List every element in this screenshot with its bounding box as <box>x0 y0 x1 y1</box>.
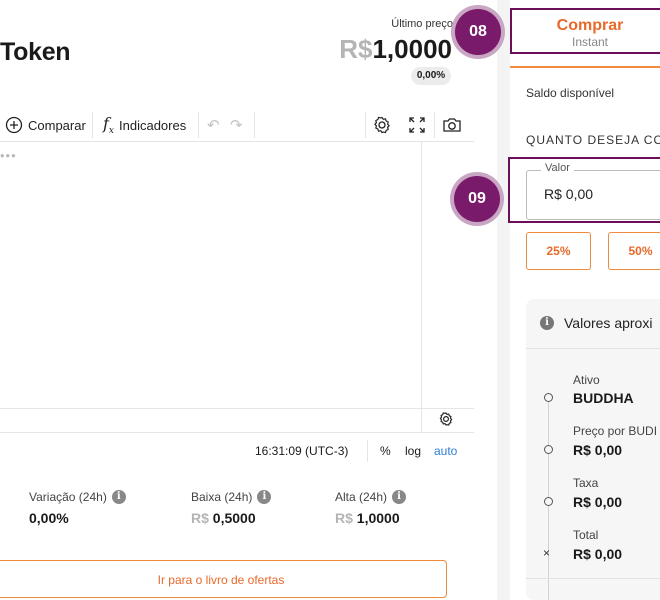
timeline-dot <box>544 393 553 402</box>
approx-item-value: R$ 0,00 <box>573 546 623 562</box>
chart-toolbar: Comparar fx Indicadores ↶ ↷ <box>0 108 474 142</box>
log-scale-toggle[interactable]: log <box>405 444 421 460</box>
approx-item-value: R$ 0,00 <box>573 442 623 458</box>
stat-high: Alta (24h) i R$ 1,0000 <box>335 490 407 526</box>
chart-settings-icon[interactable] <box>438 411 454 427</box>
step-badge-09: 09 <box>454 176 500 222</box>
toolbar-divider <box>365 112 366 138</box>
approx-item-label: Taxa <box>573 476 599 490</box>
percent-scale-toggle[interactable]: % <box>380 444 391 460</box>
info-icon[interactable]: i <box>392 490 407 504</box>
percent-50-button[interactable]: 50% <box>608 232 660 270</box>
camera-icon[interactable] <box>442 108 462 142</box>
compare-button[interactable]: Comparar <box>5 108 86 142</box>
chart-time: 16:31:09 (UTC-3) <box>255 444 349 458</box>
stat-number: 0,5000 <box>212 510 256 526</box>
approx-item-value: BUDDHA <box>573 390 634 406</box>
page-title: Token <box>0 38 71 66</box>
stat-value: R$ 0,5000 <box>191 510 271 526</box>
approx-item-label: Total <box>573 528 599 542</box>
stat-variation: Variação (24h) i 0,00% <box>29 490 126 526</box>
approx-values-title: Valores aproxi <box>564 315 653 331</box>
toolbar-divider <box>92 112 93 138</box>
approx-values-header[interactable]: i Valores aproxi <box>540 315 652 331</box>
chart-footer-divider <box>0 432 474 433</box>
stat-currency: R$ <box>191 510 209 526</box>
percent-25-button[interactable]: 25% <box>526 232 591 270</box>
price-change-badge: 0,00% <box>411 67 451 85</box>
approx-item-value: R$ 0,00 <box>573 494 623 510</box>
redo-icon[interactable]: ↷ <box>230 108 243 142</box>
buy-tab-subtitle: Instant <box>571 35 609 49</box>
approx-item-label: Preço por BUDI <box>573 424 658 438</box>
gear-icon[interactable] <box>372 108 392 142</box>
toolbar-divider <box>254 112 255 138</box>
plus-circle-icon <box>5 116 23 134</box>
card-divider <box>526 578 660 579</box>
amount-question: QUANTO DESEJA CO <box>526 133 660 147</box>
stat-label: Alta (24h) <box>335 490 388 504</box>
price-value: 1,0000 <box>372 34 452 64</box>
stat-value: 0,00% <box>29 510 69 526</box>
auto-scale-toggle[interactable]: auto <box>434 444 457 460</box>
info-icon: i <box>540 316 554 330</box>
buy-tab-title: Comprar <box>556 17 624 34</box>
compare-label: Comparar <box>28 117 86 133</box>
last-price: R$1,0000 <box>339 34 452 65</box>
indicators-button[interactable]: fx Indicadores <box>103 108 186 142</box>
time-scale-divider <box>0 408 474 409</box>
indicators-label: Indicadores <box>119 117 187 133</box>
order-book-button[interactable]: Ir para o livro de ofertas <box>0 560 447 598</box>
timeline-dot <box>544 445 553 454</box>
pane-divider <box>497 0 510 600</box>
price-chart[interactable] <box>0 142 474 408</box>
step-badge-08: 08 <box>455 9 501 55</box>
amount-field-label: Valor <box>541 162 574 174</box>
active-tab-indicator <box>510 66 660 68</box>
status-divider <box>367 440 368 462</box>
function-icon: fx <box>103 113 114 137</box>
more-dots-icon[interactable]: ••• <box>0 148 17 163</box>
approx-item-label: Ativo <box>573 373 600 387</box>
timeline-dot <box>544 497 553 506</box>
stat-label: Variação (24h) <box>29 490 107 504</box>
info-icon[interactable]: i <box>257 490 272 504</box>
close-x-icon: × <box>543 546 551 560</box>
buy-tab[interactable]: Comprar Instant <box>510 8 660 54</box>
amount-input[interactable] <box>544 186 654 202</box>
toolbar-divider <box>434 112 435 138</box>
stat-currency: R$ <box>335 510 353 526</box>
price-scale-divider <box>421 142 422 432</box>
stat-number: 1,0000 <box>356 510 400 526</box>
market-pane: Token Último preço R$1,0000 0,00% Compar… <box>0 0 510 600</box>
toolbar-divider <box>198 112 199 138</box>
stat-label: Baixa (24h) <box>191 490 253 504</box>
fullscreen-icon[interactable] <box>408 108 426 142</box>
balance-label: Saldo disponível <box>526 86 615 100</box>
info-icon[interactable]: i <box>111 490 126 504</box>
stat-low: Baixa (24h) i R$ 0,5000 <box>191 490 272 526</box>
undo-icon[interactable]: ↶ <box>207 108 220 142</box>
card-divider <box>526 348 660 349</box>
price-currency: R$ <box>339 34 373 64</box>
last-price-label: Último preço <box>391 18 453 30</box>
stat-value: R$ 1,0000 <box>335 510 406 526</box>
